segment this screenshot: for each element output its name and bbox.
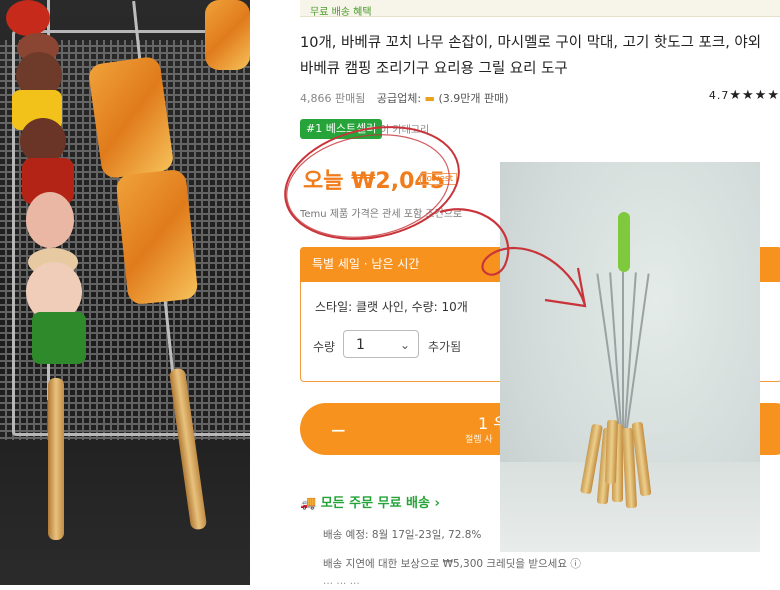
- annotation-arrow: [439, 208, 587, 306]
- annotation-circle: [284, 126, 460, 240]
- price-annotation-circle-arrow: [284, 126, 587, 308]
- annotation-arrowhead: [544, 267, 587, 308]
